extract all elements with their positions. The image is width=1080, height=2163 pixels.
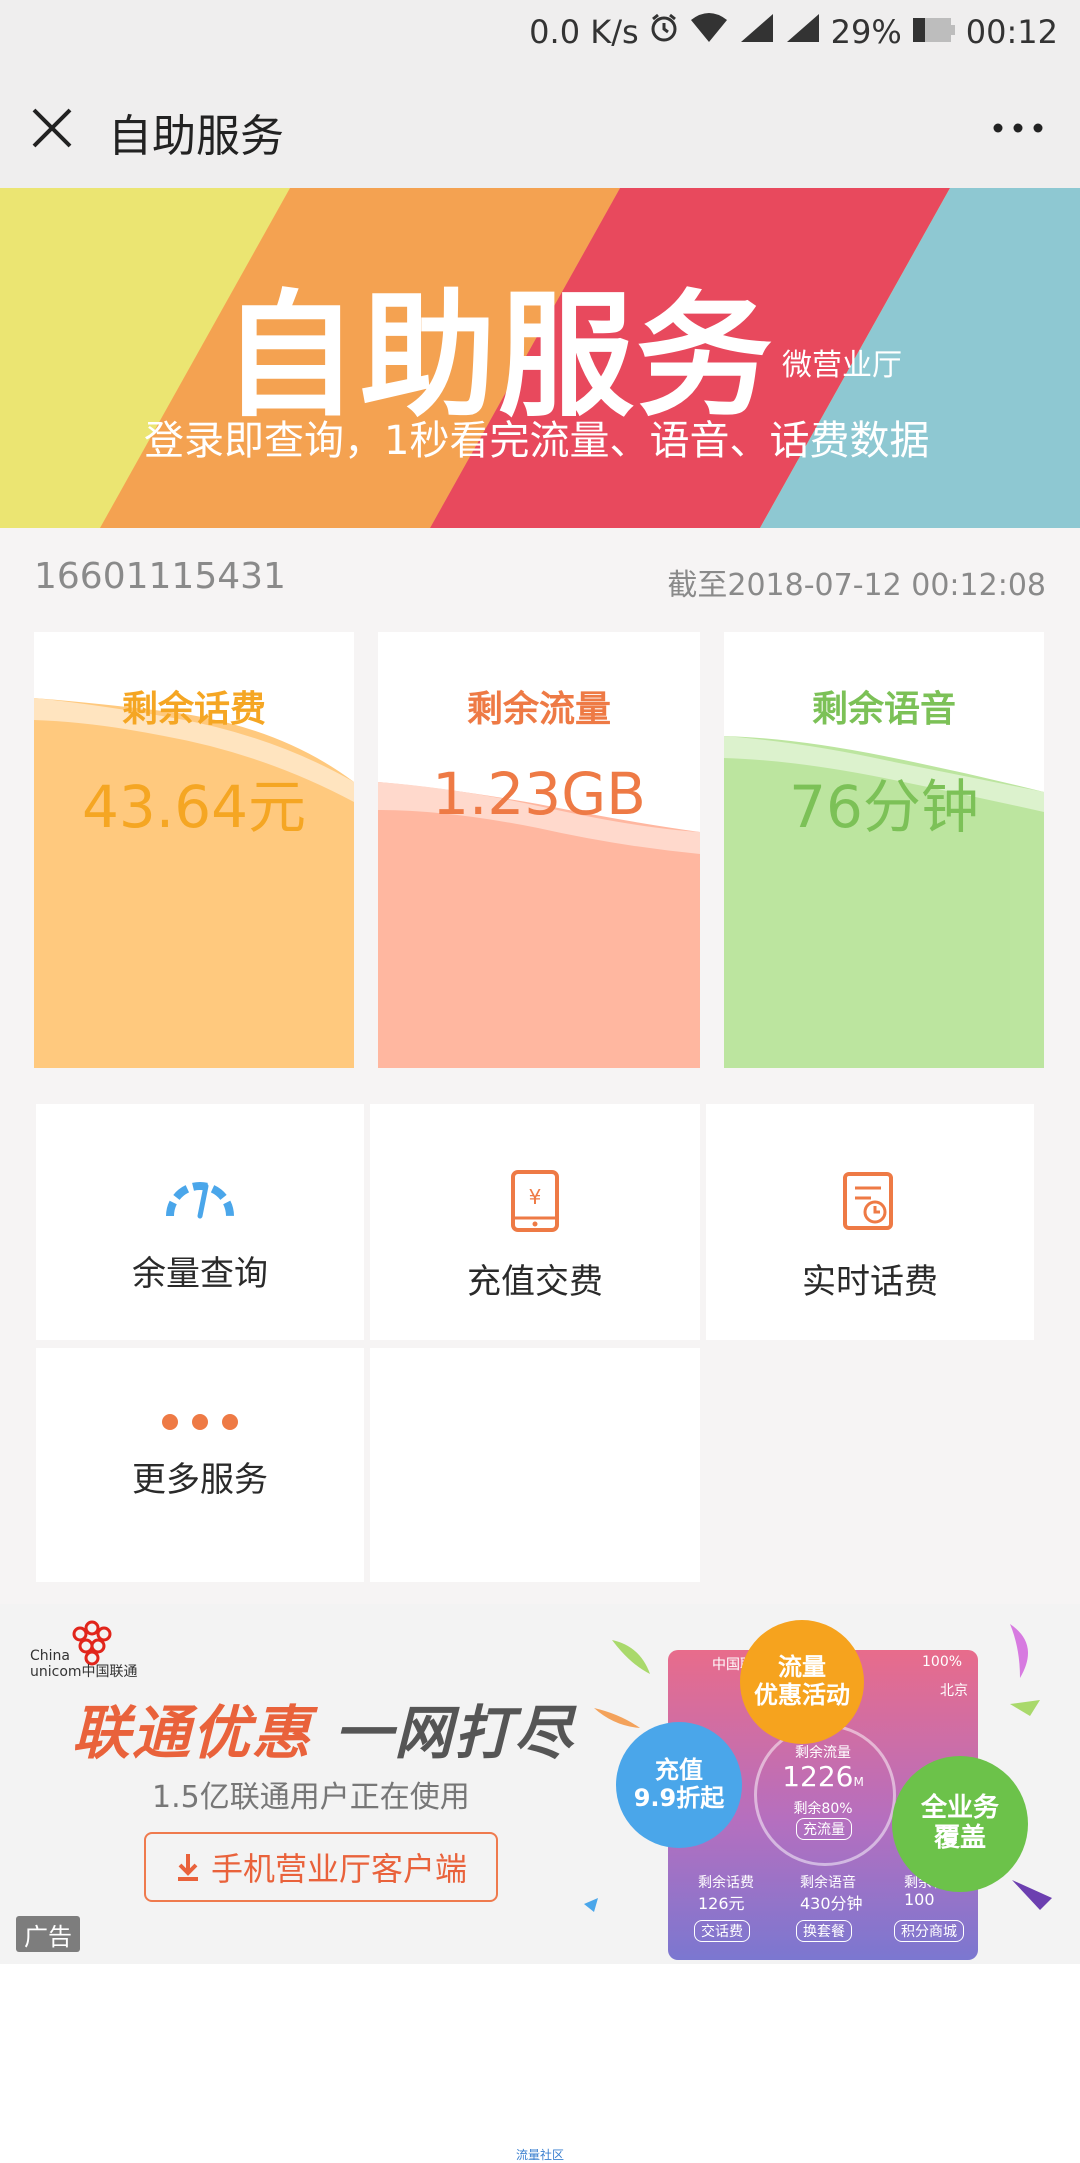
bill-clock-icon xyxy=(841,1170,899,1236)
bubble-line2: 9.9折起 xyxy=(633,1784,725,1812)
advertisement[interactable]: China unicom中国联通 联通优惠 一网打尽 1.5亿联通用户正在使用 … xyxy=(0,1604,1080,1964)
balance-value: 76分钟 xyxy=(789,773,979,841)
bubble-recharge-discount: 充值 9.9折起 xyxy=(616,1722,742,1848)
balance-value: 43.64元 xyxy=(81,773,307,841)
service-label: 充值交费 xyxy=(467,1262,603,1302)
wifi-icon xyxy=(689,12,729,52)
preview-stat-value: 430分钟 xyxy=(800,1894,863,1913)
page-title: 自助服务 xyxy=(108,111,284,162)
service-empty-slot xyxy=(370,1348,700,1582)
clock: 00:12 xyxy=(965,13,1058,51)
preview-stat-button: 积分商城 xyxy=(894,1920,964,1942)
bubble-line1: 充值 xyxy=(654,1756,703,1785)
as-of-timestamp: 截至2018-07-12 00:12:08 xyxy=(667,568,1046,603)
preview-topup-button: 充流量 xyxy=(796,1818,852,1840)
status-bar: 0.0 K/s 29% 00:12 xyxy=(0,0,1080,62)
battery-percent: 29% xyxy=(830,13,902,51)
close-button[interactable] xyxy=(26,102,78,154)
balance-label: 剩余语音 xyxy=(811,689,956,730)
balance-label: 剩余流量 xyxy=(466,689,611,730)
service-realtime-bill[interactable]: 实时话费 xyxy=(706,1104,1034,1340)
service-recharge[interactable]: ¥ 充值交费 xyxy=(370,1104,700,1340)
preview-stat-value: 126元 xyxy=(698,1894,745,1913)
signal-icon-2 xyxy=(785,12,821,52)
more-icon xyxy=(993,123,1043,133)
phone-yuan-icon: ¥ xyxy=(509,1170,561,1236)
banner-subtitle: 微营业厅 xyxy=(782,348,902,383)
bubble-all-services: 全业务 覆盖 xyxy=(892,1756,1028,1892)
watermark: 流量社区 xyxy=(515,2148,564,2162)
preview-stat-value: 100 xyxy=(904,1890,935,1909)
battery-icon xyxy=(912,13,956,51)
balance-card-voice[interactable]: 剩余语音 76分钟 xyxy=(724,632,1044,1068)
balance-value: 1.23GB xyxy=(432,760,646,828)
signal-icon xyxy=(739,12,775,52)
service-balance-query[interactable]: 余量查询 xyxy=(36,1104,364,1340)
network-speed: 0.0 K/s xyxy=(529,13,639,51)
service-label: 更多服务 xyxy=(132,1460,268,1500)
service-more[interactable]: 更多服务 xyxy=(36,1348,364,1582)
preview-stat-button: 交话费 xyxy=(694,1920,750,1942)
preview-stat-label: 剩余语音 xyxy=(800,1875,856,1891)
alarm-icon xyxy=(649,13,679,51)
hero-banner: 自助服务 微营业厅 登录即查询，1秒看完流量、语音、话费数据 xyxy=(0,188,1080,528)
banner-description: 登录即查询，1秒看完流量、语音、话费数据 xyxy=(144,418,930,464)
more-dots-icon xyxy=(160,1412,240,1436)
bubble-line1: 流量 xyxy=(778,1653,826,1682)
svg-text:¥: ¥ xyxy=(529,1185,542,1209)
phone-number: 16601115431 xyxy=(34,556,286,597)
balance-card-data[interactable]: 剩余流量 1.23GB xyxy=(378,632,700,1068)
more-button[interactable] xyxy=(992,120,1044,136)
balance-label: 剩余话费 xyxy=(121,689,266,730)
preview-stat-label: 剩余话费 xyxy=(698,1875,754,1891)
bubble-line1: 全业务 xyxy=(920,1793,999,1824)
balance-card-fee[interactable]: 剩余话费 43.64元 xyxy=(34,632,354,1068)
preview-city: 北京 xyxy=(940,1683,968,1699)
service-label: 实时话费 xyxy=(802,1262,938,1302)
preview-battery: 100% xyxy=(922,1654,963,1670)
bubble-line2: 覆盖 xyxy=(933,1823,986,1853)
service-label: 余量查询 xyxy=(132,1254,268,1294)
bubble-line2: 优惠活动 xyxy=(754,1681,850,1709)
close-icon xyxy=(32,108,72,148)
bubble-data-promo: 流量 优惠活动 xyxy=(740,1620,864,1744)
status-right: 0.0 K/s 29% 00:12 xyxy=(529,12,1058,52)
preview-stat-button: 换套餐 xyxy=(796,1920,852,1942)
title-bar: 自助服务 xyxy=(0,62,1080,189)
gauge-icon xyxy=(164,1170,236,1224)
